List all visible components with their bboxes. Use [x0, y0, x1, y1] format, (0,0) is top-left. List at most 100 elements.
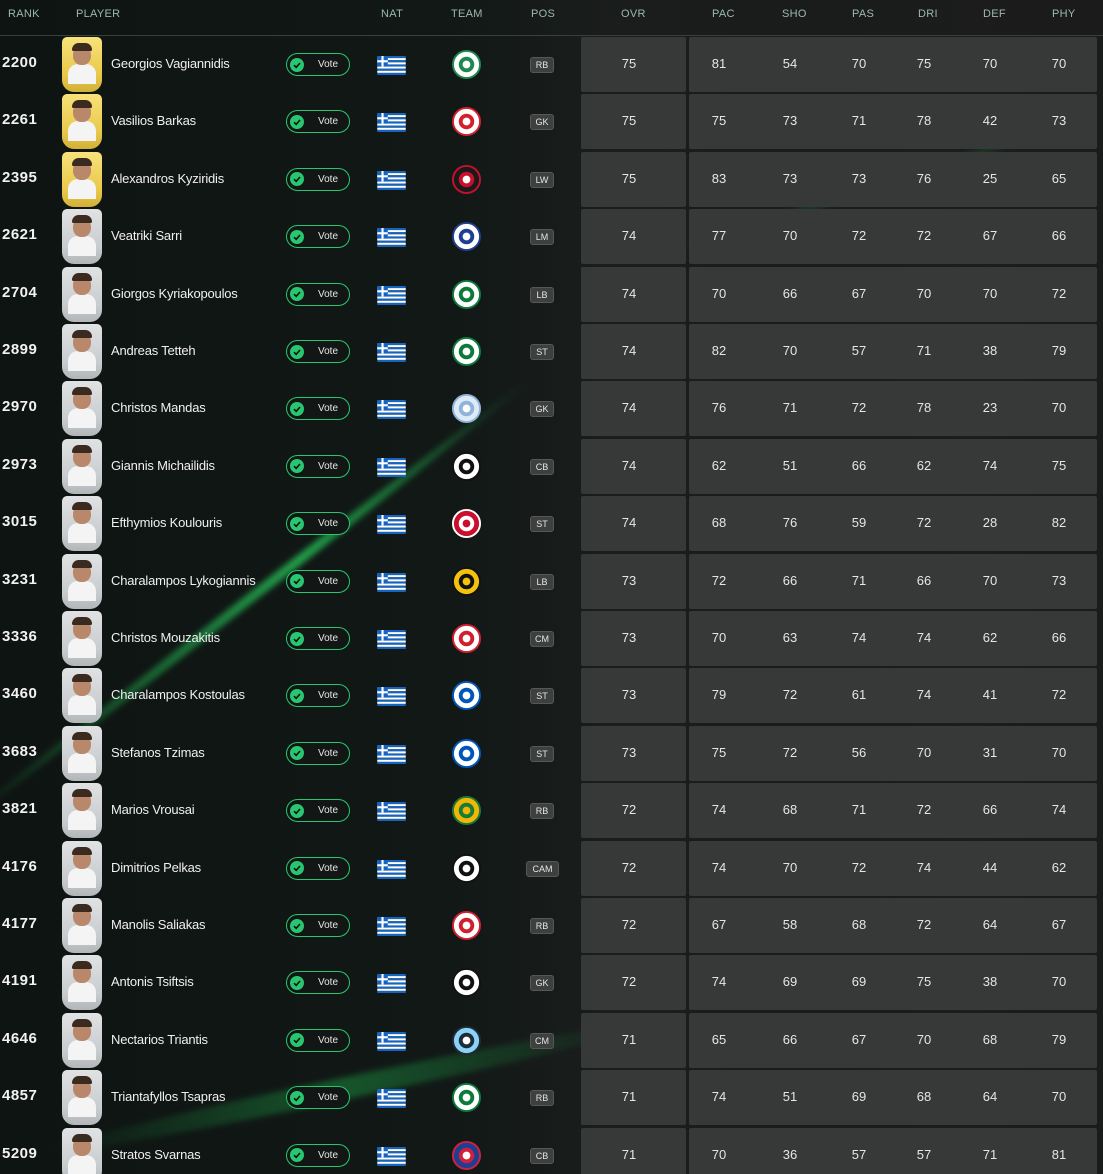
player-name-link[interactable]: Christos Mandas — [111, 400, 206, 415]
header-team[interactable]: TEAM — [451, 8, 483, 20]
player-row[interactable]: 2395 Alexandros Kyziridis Vote LW 75 83 73 7… — [0, 151, 1103, 208]
player-row[interactable]: 2973 Giannis Michailidis Vote CB 74 62 51 66… — [0, 438, 1103, 495]
player-card-image[interactable] — [62, 496, 102, 552]
player-row[interactable]: 3336 Christos Mouzakitis Vote CM 73 70 63 74… — [0, 610, 1103, 667]
player-card-image[interactable] — [62, 438, 102, 494]
vote-button[interactable]: Vote — [286, 340, 350, 363]
player-card-image[interactable] — [62, 324, 102, 379]
paok-crest-icon[interactable] — [451, 967, 482, 998]
player-name-link[interactable]: Nectarios Triantis — [111, 1032, 208, 1047]
vote-button[interactable]: Vote — [286, 110, 350, 134]
player-card-image[interactable] — [62, 209, 102, 265]
vote-button[interactable]: Vote — [286, 914, 350, 937]
vote-button[interactable]: Vote — [286, 1143, 350, 1167]
player-row[interactable]: 2621 Veatriki Sarri Vote LM 74 77 70 72 72 67 6… — [0, 208, 1103, 265]
vote-button[interactable]: Vote — [286, 397, 350, 421]
panathinaikos-crest-icon[interactable] — [451, 1082, 482, 1113]
player-card-image[interactable] — [62, 1012, 102, 1068]
player-card-image[interactable] — [62, 668, 102, 724]
player-card-image[interactable] — [62, 266, 102, 322]
olympiacos-crest-icon[interactable] — [451, 623, 482, 654]
player-name-link[interactable]: Charalampos Lykogiannis — [111, 573, 256, 588]
fc-utrecht-crest-icon[interactable] — [451, 106, 482, 137]
player-name-link[interactable]: Marios Vrousai — [111, 802, 195, 817]
vote-button[interactable]: Vote — [286, 971, 350, 995]
player-name-link[interactable]: Christos Mouzakitis — [111, 630, 220, 645]
vote-button[interactable]: Vote — [286, 741, 350, 765]
vote-button[interactable]: Vote — [286, 225, 350, 249]
player-row[interactable]: 2704 Giorgos Kyriakopoulos Vote LB 74 70 66… — [0, 266, 1103, 323]
paok-crest-icon[interactable] — [451, 853, 482, 884]
player-name-link[interactable]: Stratos Svarnas — [111, 1147, 201, 1162]
player-card-image[interactable] — [62, 840, 102, 896]
birmingham-city-crest-icon[interactable] — [451, 221, 482, 252]
vote-button[interactable]: Vote — [286, 684, 350, 708]
player-row[interactable]: 3821 Marios Vrousai Vote RB 72 74 68 71 72 66 7… — [0, 782, 1103, 839]
player-row[interactable]: 2200 Georgios Vagiannidis Vote RB 75 81 54 7… — [0, 36, 1103, 93]
player-card-image[interactable] — [62, 94, 102, 150]
player-card-image[interactable] — [62, 955, 102, 1011]
player-row[interactable]: 2970 Christos Mandas Vote GK 74 76 71 72 78 23… — [0, 380, 1103, 437]
brighton-crest-icon[interactable] — [451, 680, 482, 711]
player-name-link[interactable]: Stefanos Tzimas — [111, 745, 205, 760]
header-pas[interactable]: PAS — [852, 8, 874, 20]
player-name-link[interactable]: Giannis Michailidis — [111, 458, 215, 473]
header-phy[interactable]: PHY — [1052, 8, 1076, 20]
minnesota-united-crest-icon[interactable] — [451, 1025, 482, 1056]
sporting-cp-crest-icon[interactable] — [451, 49, 482, 80]
paok-crest-icon[interactable] — [451, 451, 482, 482]
vote-button[interactable]: Vote — [286, 167, 350, 191]
player-row[interactable]: 4646 Nectarios Triantis Vote CM 71 65 66 67 7… — [0, 1012, 1103, 1069]
vote-button[interactable]: Vote — [286, 1028, 350, 1052]
header-def[interactable]: DEF — [983, 8, 1006, 20]
vote-button[interactable]: Vote — [286, 569, 350, 593]
player-card-image[interactable] — [62, 381, 102, 437]
player-row[interactable]: 4176 Dimitrios Pelkas Vote CAM 72 74 70 72 74… — [0, 840, 1103, 897]
vote-button[interactable]: Vote — [286, 454, 350, 478]
player-card-image[interactable] — [62, 898, 102, 953]
red-round-crest-icon[interactable] — [451, 164, 482, 195]
player-card-image[interactable] — [62, 553, 102, 609]
vote-button[interactable]: Vote — [286, 627, 350, 650]
olympiacos-crest-icon[interactable] — [451, 910, 482, 941]
player-card-image[interactable] — [62, 611, 102, 666]
brighton-crest-icon[interactable] — [451, 738, 482, 769]
player-name-link[interactable]: Vasilios Barkas — [111, 113, 196, 128]
player-row[interactable]: 4177 Manolis Saliakas Vote RB 72 67 58 68 72 6… — [0, 897, 1103, 954]
player-card-image[interactable] — [62, 1070, 102, 1126]
lazio-crest-icon[interactable] — [451, 393, 482, 424]
red-star-crest-icon[interactable] — [451, 508, 482, 539]
player-row[interactable]: 2899 Andreas Tetteh Vote ST 74 82 70 57 71 38 7… — [0, 323, 1103, 380]
vote-button[interactable]: Vote — [286, 512, 350, 536]
player-row[interactable]: 3231 Charalampos Lykogiannis Vote LB 73 72… — [0, 553, 1103, 610]
player-card-image[interactable] — [62, 1127, 102, 1174]
player-row[interactable]: 3015 Efthymios Koulouris Vote ST 74 68 76 59… — [0, 495, 1103, 552]
header-player[interactable]: PLAYER — [76, 8, 120, 20]
header-sho[interactable]: SHO — [782, 8, 807, 20]
player-row[interactable]: 2261 Vasilios Barkas Vote GK 75 75 73 71 78 42… — [0, 93, 1103, 150]
panathinaikos-crest-icon[interactable] — [451, 336, 482, 367]
player-name-link[interactable]: Manolis Saliakas — [111, 917, 206, 932]
player-card-image[interactable] — [62, 37, 102, 92]
player-name-link[interactable]: Veatriki Sarri — [111, 228, 182, 243]
vote-button[interactable]: Vote — [286, 282, 350, 306]
rakow-crest-icon[interactable] — [451, 1140, 482, 1171]
player-name-link[interactable]: Alexandros Kyziridis — [111, 171, 224, 186]
header-nat[interactable]: NAT — [381, 8, 403, 20]
player-name-link[interactable]: Efthymios Koulouris — [111, 515, 222, 530]
player-card-image[interactable] — [62, 151, 102, 207]
vote-button[interactable]: Vote — [286, 53, 350, 76]
player-name-link[interactable]: Georgios Vagiannidis — [111, 56, 230, 71]
vote-button[interactable]: Vote — [286, 799, 350, 823]
player-row[interactable]: 5209 Stratos Svarnas Vote CB 71 70 36 57 57 71… — [0, 1127, 1103, 1174]
player-card-image[interactable] — [62, 725, 102, 781]
vote-button[interactable]: Vote — [286, 1086, 350, 1110]
player-card-image[interactable] — [62, 783, 102, 839]
player-name-link[interactable]: Antonis Tsiftsis — [111, 974, 194, 989]
rio-ave-crest-icon[interactable] — [451, 795, 482, 826]
player-row[interactable]: 3460 Charalampos Kostoulas Vote ST 73 79 72… — [0, 667, 1103, 724]
aek-crest-icon[interactable] — [451, 566, 482, 597]
panathinaikos-crest-icon[interactable] — [451, 279, 482, 310]
header-pac[interactable]: PAC — [712, 8, 735, 20]
player-name-link[interactable]: Andreas Tetteh — [111, 343, 196, 358]
